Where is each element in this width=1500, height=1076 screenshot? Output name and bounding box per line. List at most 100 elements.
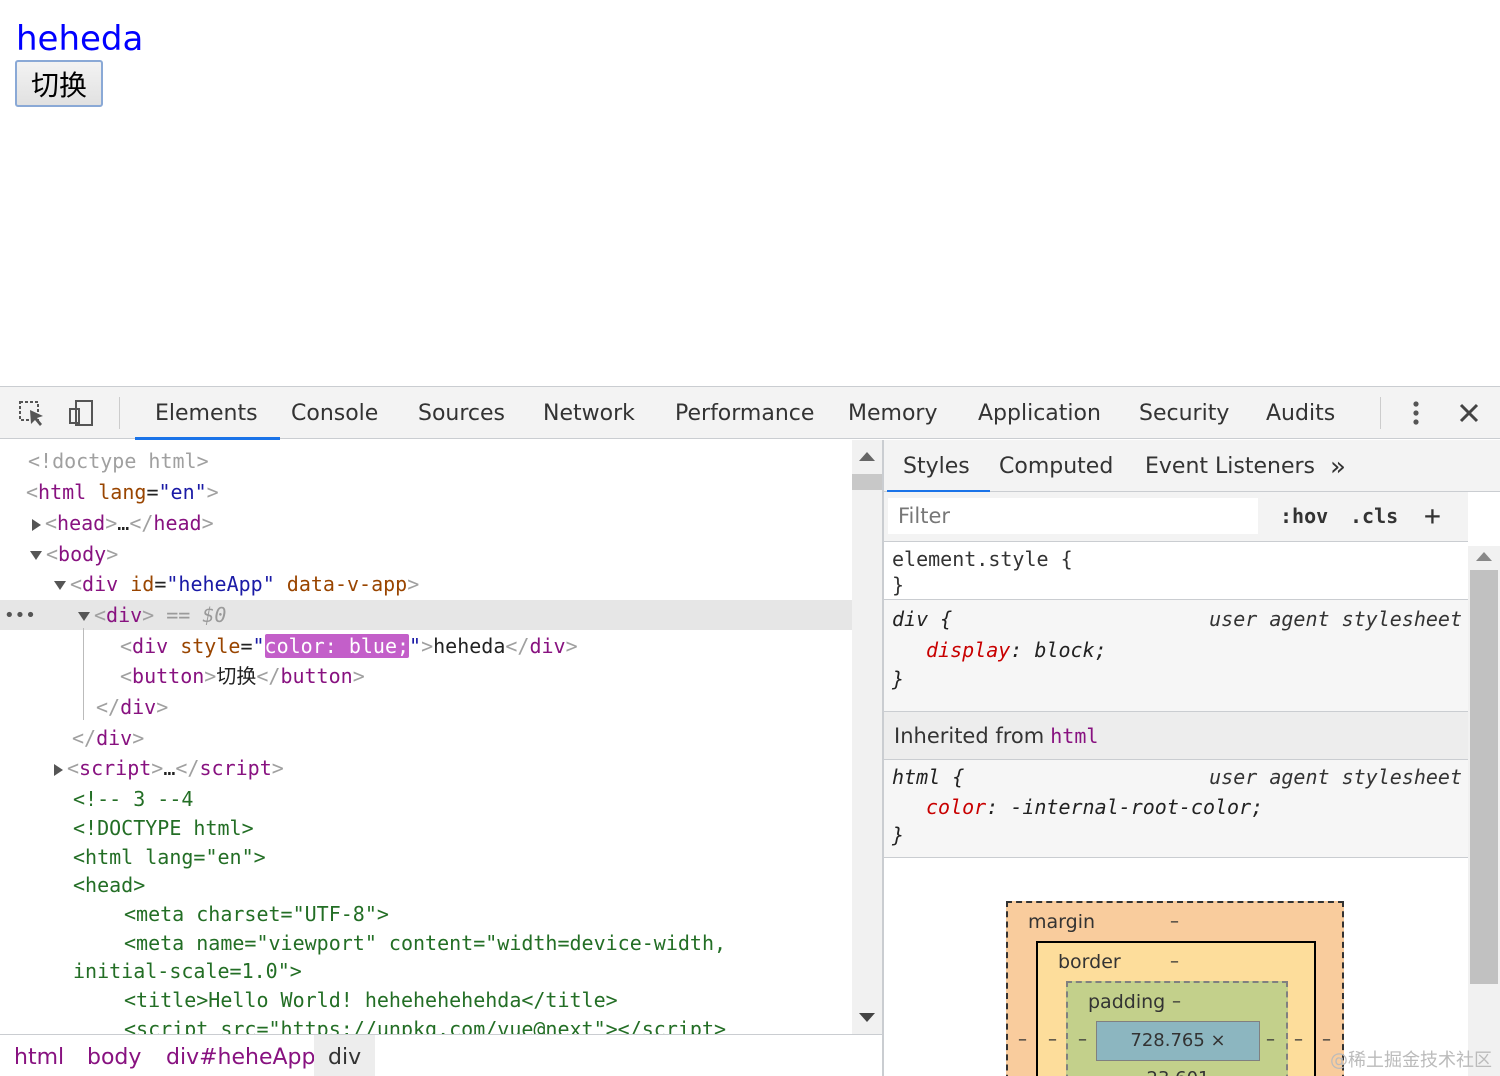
tree-line[interactable]: <body>: [0, 539, 852, 569]
scroll-thumb[interactable]: [1470, 570, 1498, 984]
inherited-from-header: Inherited from html: [884, 712, 1468, 760]
tab-application[interactable]: Application: [978, 387, 1101, 439]
inherited-tag-link[interactable]: html: [1050, 724, 1098, 748]
tree-comment-line[interactable]: <meta charset="UTF-8">: [0, 899, 852, 929]
tree-line[interactable]: <button>切换</button>: [0, 661, 852, 691]
collapse-arrow-icon[interactable]: [54, 581, 66, 590]
devtools-tabbar: Elements Console Sources Network Perform…: [0, 387, 1500, 440]
devtools-panel: Elements Console Sources Network Perform…: [0, 386, 1500, 1076]
tree-line[interactable]: </div>: [0, 692, 852, 722]
tab-styles[interactable]: Styles: [887, 440, 990, 493]
watermark: @稀土掘金技术社区: [1330, 1050, 1492, 1071]
hov-button[interactable]: :hov: [1280, 496, 1328, 536]
close-brace: }: [892, 667, 905, 691]
scroll-up-icon[interactable]: [859, 452, 875, 461]
tree-line[interactable]: <script>…</script>: [0, 753, 852, 783]
more-tabs-icon[interactable]: »: [1330, 440, 1346, 492]
device-toggle-icon[interactable]: [66, 397, 98, 429]
box-model-border[interactable]: border – – – padding – – – 728.765 × 23.…: [1036, 941, 1316, 1076]
tree-comment-line[interactable]: <head>: [0, 870, 852, 900]
padding-left-value[interactable]: –: [1078, 1029, 1087, 1050]
element-style-selector[interactable]: element.style {: [892, 544, 1073, 574]
tab-security[interactable]: Security: [1139, 387, 1229, 439]
border-label: border: [1058, 951, 1121, 973]
tree-line-selected[interactable]: <div> == $0: [0, 600, 852, 630]
tree-comment-line[interactable]: <script src="https://unpkg.com/vue@next"…: [0, 1014, 852, 1034]
more-dots-icon[interactable]: •••: [4, 605, 36, 626]
styles-scrollbar[interactable]: [1468, 546, 1500, 1076]
tree-comment-line[interactable]: <!DOCTYPE html>: [0, 813, 852, 843]
styles-filter-row: :hov .cls +: [884, 492, 1468, 542]
breadcrumb-div[interactable]: div: [314, 1035, 376, 1076]
padding-top-value[interactable]: –: [1172, 991, 1181, 1012]
close-brace: }: [892, 823, 905, 847]
page-heheda-text: heheda: [16, 19, 144, 59]
display-declaration: display: block;: [926, 638, 1107, 662]
box-model-padding[interactable]: padding – – – 728.765 × 23.601: [1066, 981, 1288, 1076]
inspect-element-icon[interactable]: [16, 397, 48, 429]
styles-filter-input[interactable]: [888, 498, 1258, 534]
border-left-value[interactable]: –: [1048, 1029, 1057, 1050]
tab-network[interactable]: Network: [543, 387, 635, 439]
expand-arrow-icon[interactable]: [54, 763, 63, 776]
more-vert-icon[interactable]: [1400, 397, 1432, 429]
close-icon[interactable]: [1453, 397, 1485, 429]
element-style-rule: element.style { }: [884, 542, 1468, 600]
ua-stylesheet-label: user agent stylesheet: [1209, 765, 1462, 789]
tab-memory[interactable]: Memory: [848, 387, 937, 439]
html-ua-rule: html { user agent stylesheet color: -int…: [884, 760, 1468, 858]
padding-right-value[interactable]: –: [1266, 1029, 1275, 1050]
sidebar-tabbar: Styles Computed Event Listeners »: [884, 440, 1500, 493]
tree-line[interactable]: </div>: [0, 723, 852, 753]
toggle-button[interactable]: 切换: [15, 60, 103, 107]
box-model-content-size[interactable]: 728.765 × 23.601: [1096, 1021, 1260, 1076]
tab-computed[interactable]: Computed: [999, 440, 1113, 492]
color-declaration: color: -internal-root-color;: [926, 795, 1264, 819]
tree-line[interactable]: <!doctype html>: [0, 446, 852, 476]
margin-label: margin: [1028, 911, 1096, 933]
tab-event-listeners[interactable]: Event Listeners: [1145, 440, 1315, 492]
elements-scrollbar[interactable]: [852, 440, 882, 1034]
tree-line[interactable]: <div id="heheApp" data-v-app>: [0, 569, 852, 599]
new-rule-button[interactable]: +: [1424, 496, 1441, 536]
margin-left-value[interactable]: –: [1018, 1029, 1027, 1050]
tree-comment-line[interactable]: <!-- 3 --4: [0, 784, 852, 814]
tab-performance[interactable]: Performance: [675, 387, 814, 439]
tab-elements[interactable]: Elements: [135, 387, 279, 440]
scroll-up-icon[interactable]: [1476, 552, 1492, 561]
tree-line[interactable]: <div style="color: blue;">heheda</div>: [0, 631, 852, 661]
tab-console[interactable]: Console: [291, 387, 378, 439]
tree-comment-line[interactable]: <html lang="en">: [0, 842, 852, 872]
border-top-value[interactable]: –: [1170, 951, 1179, 972]
scroll-thumb[interactable]: [852, 474, 882, 490]
tab-sources[interactable]: Sources: [418, 387, 505, 439]
tree-line[interactable]: <head>…</head>: [0, 508, 852, 538]
tree-comment-line[interactable]: <title>Hello World! hehehehehehda</title…: [0, 985, 852, 1015]
tree-comment-line[interactable]: initial-scale=1.0">: [0, 956, 852, 986]
elements-tree: <!doctype html> <html lang="en"> <head>……: [0, 440, 852, 1034]
tree-line[interactable]: <html lang="en">: [0, 477, 852, 507]
padding-label: padding: [1088, 991, 1166, 1013]
breadcrumb-html[interactable]: html: [14, 1035, 64, 1076]
div-selector: div {: [892, 607, 953, 631]
html-selector: html {: [892, 765, 965, 789]
cls-button[interactable]: .cls: [1350, 496, 1398, 536]
tree-comment-line[interactable]: <meta name="viewport" content="width=dev…: [0, 928, 852, 958]
breadcrumb-div-heheapp[interactable]: div#heheApp: [166, 1035, 315, 1076]
breadcrumb: html body div#heheApp div: [0, 1034, 884, 1076]
box-model-margin[interactable]: margin – – – border – – – padding – – – …: [1006, 901, 1344, 1076]
inherited-label: Inherited from: [894, 724, 1045, 748]
margin-top-value[interactable]: –: [1170, 911, 1179, 932]
collapse-arrow-icon[interactable]: [78, 612, 90, 621]
close-brace: }: [892, 573, 905, 597]
collapse-arrow-icon[interactable]: [30, 551, 42, 560]
expand-arrow-icon[interactable]: [32, 518, 41, 531]
border-right-value[interactable]: –: [1294, 1029, 1303, 1050]
box-model-diagram: margin – – – border – – – padding – – – …: [1006, 901, 1344, 1076]
tab-audits[interactable]: Audits: [1266, 387, 1335, 439]
tree-guide-line: [83, 628, 84, 720]
toolbar-separator: [1380, 397, 1381, 429]
scroll-down-icon[interactable]: [859, 1013, 875, 1022]
page-viewport: heheda 切换: [0, 0, 1500, 386]
breadcrumb-body[interactable]: body: [87, 1035, 141, 1076]
